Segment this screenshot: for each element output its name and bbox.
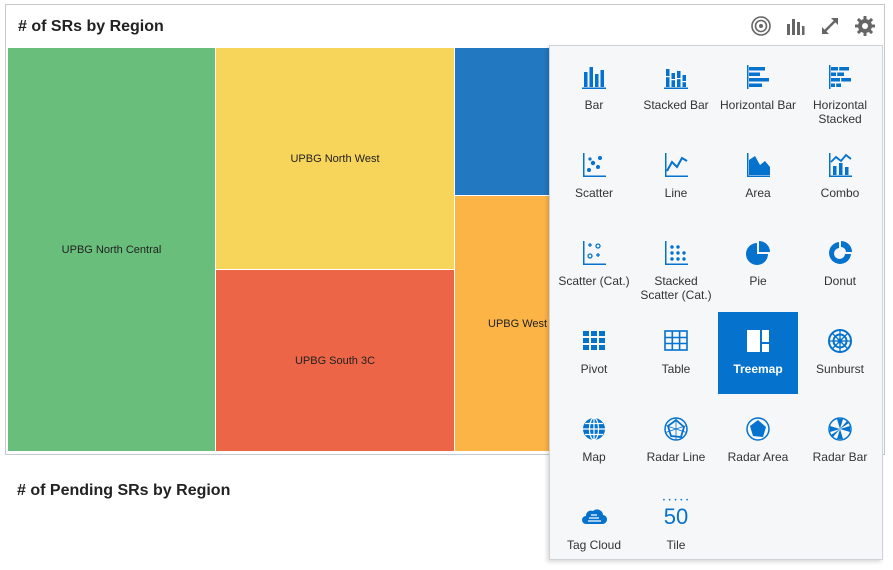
scatter-cat-icon xyxy=(583,241,606,265)
chart-type-horizontal-bar[interactable]: Horizontal Bar xyxy=(718,48,798,130)
radar-bar-icon xyxy=(828,417,852,441)
treemap-cell[interactable]: UPBG North West xyxy=(216,48,455,270)
stacked-bar-icon xyxy=(664,69,688,89)
gear-icon[interactable] xyxy=(854,15,876,37)
radar-line-icon xyxy=(664,417,688,441)
chart-type-area[interactable]: Area xyxy=(718,136,798,218)
menu-item-label: Pivot xyxy=(580,362,608,376)
chart-type-scatter-cat[interactable]: Scatter (Cat.) xyxy=(554,224,634,306)
menu-item-label: Horizontal Stacked xyxy=(812,98,868,126)
menu-item-label: Horizontal Bar xyxy=(719,98,797,112)
donut-icon xyxy=(829,241,852,264)
chart-type-stacked-bar[interactable]: Stacked Bar xyxy=(636,48,716,130)
chart-type-map[interactable]: Map xyxy=(554,400,634,482)
pending-srs-title: # of Pending SRs by Region xyxy=(17,482,231,499)
line-icon xyxy=(665,153,688,177)
menu-item-label: Table xyxy=(661,362,691,376)
tag-cloud-icon xyxy=(582,509,607,525)
treemap-cell[interactable]: UPBG South 3C xyxy=(216,270,455,452)
table-icon xyxy=(664,330,688,351)
radar-area-icon xyxy=(746,417,770,441)
combo-icon xyxy=(829,153,852,177)
menu-item-label: Tag Cloud xyxy=(566,538,622,552)
menu-item-label: Tile xyxy=(666,538,686,552)
chart-type-tag-cloud[interactable]: Tag Cloud xyxy=(554,488,634,570)
chart-type-stacked-scatter[interactable]: Stacked Scatter (Cat.) xyxy=(636,224,716,306)
menu-item-label: Area xyxy=(745,186,771,200)
map-icon xyxy=(583,417,605,441)
chart-type-sunburst[interactable]: Sunburst xyxy=(800,312,880,394)
stacked-scatter-icon xyxy=(665,241,688,265)
menu-item-label: Scatter (Cat.) xyxy=(558,274,630,288)
horizontal-stacked-icon xyxy=(829,65,851,89)
menu-item-label: Treemap xyxy=(733,362,783,376)
menu-item-label: Scatter xyxy=(574,186,613,200)
menu-item-label: Sunburst xyxy=(815,362,865,376)
menu-item-label: Pie xyxy=(749,274,767,288)
chart-bars-icon[interactable] xyxy=(784,15,806,37)
chart-type-line[interactable]: Line xyxy=(636,136,716,218)
chart-type-radar-bar[interactable]: Radar Bar xyxy=(800,400,880,482)
menu-item-label: Donut xyxy=(823,274,857,288)
panel-title: # of SRs by Region xyxy=(18,18,164,35)
menu-item-label: Combo xyxy=(820,186,860,200)
pivot-icon xyxy=(583,331,605,350)
menu-item-label: Radar Line xyxy=(646,450,706,464)
menu-item-label: Map xyxy=(582,450,606,464)
area-icon xyxy=(747,153,770,177)
menu-item-label: Stacked Scatter (Cat.) xyxy=(640,274,712,302)
menu-item-label: Bar xyxy=(584,98,604,112)
menu-item-label: Stacked Bar xyxy=(643,98,709,112)
chart-type-table[interactable]: Table xyxy=(636,312,716,394)
chart-type-tile[interactable]: • • • • • 50 Tile xyxy=(636,488,716,570)
treemap-cell[interactable]: UPBG North Central xyxy=(8,48,216,452)
tile-icon: • • • • • 50 xyxy=(662,498,690,529)
chart-type-pie[interactable]: Pie xyxy=(718,224,798,306)
chart-type-bar[interactable]: Bar xyxy=(554,48,634,130)
chart-type-menu: Bar Stacked Bar Horizontal Bar Horizonta… xyxy=(549,45,883,560)
menu-item-label: Radar Area xyxy=(727,450,789,464)
chart-type-horizontal-stacked[interactable]: Horizontal Stacked xyxy=(800,48,880,130)
expand-icon[interactable] xyxy=(819,15,841,37)
menu-item-label: Line xyxy=(664,186,688,200)
chart-type-treemap[interactable]: Treemap xyxy=(718,312,798,394)
chart-type-donut[interactable]: Donut xyxy=(800,224,880,306)
menu-item-label: Radar Bar xyxy=(812,450,868,464)
sunburst-icon xyxy=(828,329,852,353)
bar-chart-icon xyxy=(582,67,606,89)
horizontal-bar-icon xyxy=(747,65,769,89)
chart-type-radar-line[interactable]: Radar Line xyxy=(636,400,716,482)
treemap-icon xyxy=(747,330,769,352)
chart-type-radar-area[interactable]: Radar Area xyxy=(718,400,798,482)
target-icon[interactable] xyxy=(750,15,772,37)
scatter-icon xyxy=(583,153,606,177)
chart-type-pivot[interactable]: Pivot xyxy=(554,312,634,394)
pie-icon xyxy=(746,241,770,265)
chart-type-scatter[interactable]: Scatter xyxy=(554,136,634,218)
chart-type-combo[interactable]: Combo xyxy=(800,136,880,218)
